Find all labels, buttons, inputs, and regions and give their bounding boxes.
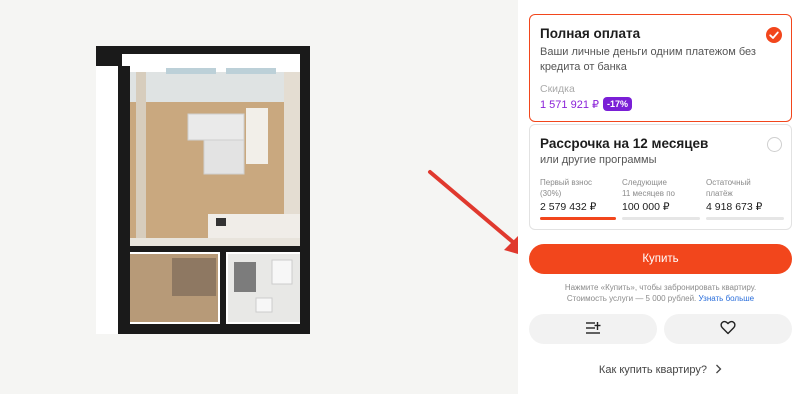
buy-button[interactable]: Купить [529, 244, 792, 274]
installment-option[interactable]: Рассрочка на 12 месяцев или другие прогр… [529, 124, 792, 230]
first-payment-bar-fill [540, 217, 616, 220]
monthly-payment-label-line2: 11 месяцев по [622, 189, 676, 198]
installment-subtitle: или другие программы [540, 154, 657, 166]
first-payment-label-line2: (30%) [540, 189, 562, 198]
booking-note-line2: Стоимость услуги — 5 000 рублей. [566, 294, 697, 303]
how-to-buy-link[interactable]: Как купить квартиру? [529, 364, 792, 377]
discount-row: 1 571 921 ₽ -17% [540, 97, 633, 111]
floor-plan-image [96, 46, 310, 334]
chevron-right-icon [715, 364, 722, 377]
discount-price: 1 571 921 ₽ [540, 98, 599, 111]
full-payment-option[interactable]: Полная оплата Ваши личные деньги одним п… [529, 14, 792, 122]
installment-radio[interactable] [767, 137, 782, 152]
first-payment-value: 2 579 432 ₽ [540, 201, 597, 213]
add-to-list-button[interactable] [529, 314, 657, 344]
booking-note-line2-row: Стоимость услуги — 5 000 рублей. Узнать … [529, 293, 792, 304]
full-payment-description-line2: кредита от банка [540, 61, 627, 73]
full-payment-title: Полная оплата [540, 26, 641, 41]
learn-more-link[interactable]: Узнать больше [699, 294, 755, 303]
discount-badge: -17% [603, 97, 633, 111]
residual-payment-column: Остаточный платёж 4 918 673 ₽ [706, 177, 762, 213]
first-payment-label-line1: Первый взнос [540, 178, 593, 187]
monthly-payment-label-line1: Следующие [622, 178, 667, 187]
monthly-payment-column: Следующие 11 месяцев по 100 000 ₽ [622, 177, 676, 213]
monthly-payment-bar [622, 217, 700, 220]
floor-plan-area [0, 0, 532, 394]
installment-details: Первый взнос (30%) 2 579 432 ₽ Следующие… [540, 177, 784, 227]
heart-icon [720, 320, 736, 338]
residual-payment-label-line2: платёж [706, 189, 733, 198]
how-to-buy-label: Как купить квартиру? [598, 364, 707, 376]
monthly-payment-value: 100 000 ₽ [622, 201, 670, 213]
booking-note-line1: Нажмите «Купить», чтобы забронировать кв… [564, 283, 757, 292]
installment-title: Рассрочка на 12 месяцев [540, 136, 709, 151]
favorite-button[interactable] [664, 314, 792, 344]
checkmark-icon [766, 27, 782, 43]
residual-payment-label-line1: Остаточный [706, 178, 751, 187]
first-payment-column: Первый взнос (30%) 2 579 432 ₽ [540, 177, 596, 213]
residual-payment-value: 4 918 673 ₽ [706, 201, 763, 213]
discount-label: Скидка [540, 83, 575, 95]
purchase-panel: Полная оплата Ваши личные деньги одним п… [518, 0, 800, 394]
full-payment-description-line1: Ваши личные деньги одним платежом без [540, 46, 756, 58]
add-to-list-icon [585, 321, 601, 338]
residual-payment-bar [706, 217, 784, 220]
first-payment-bar [540, 217, 616, 220]
booking-note: Нажмите «Купить», чтобы забронировать кв… [529, 282, 792, 304]
